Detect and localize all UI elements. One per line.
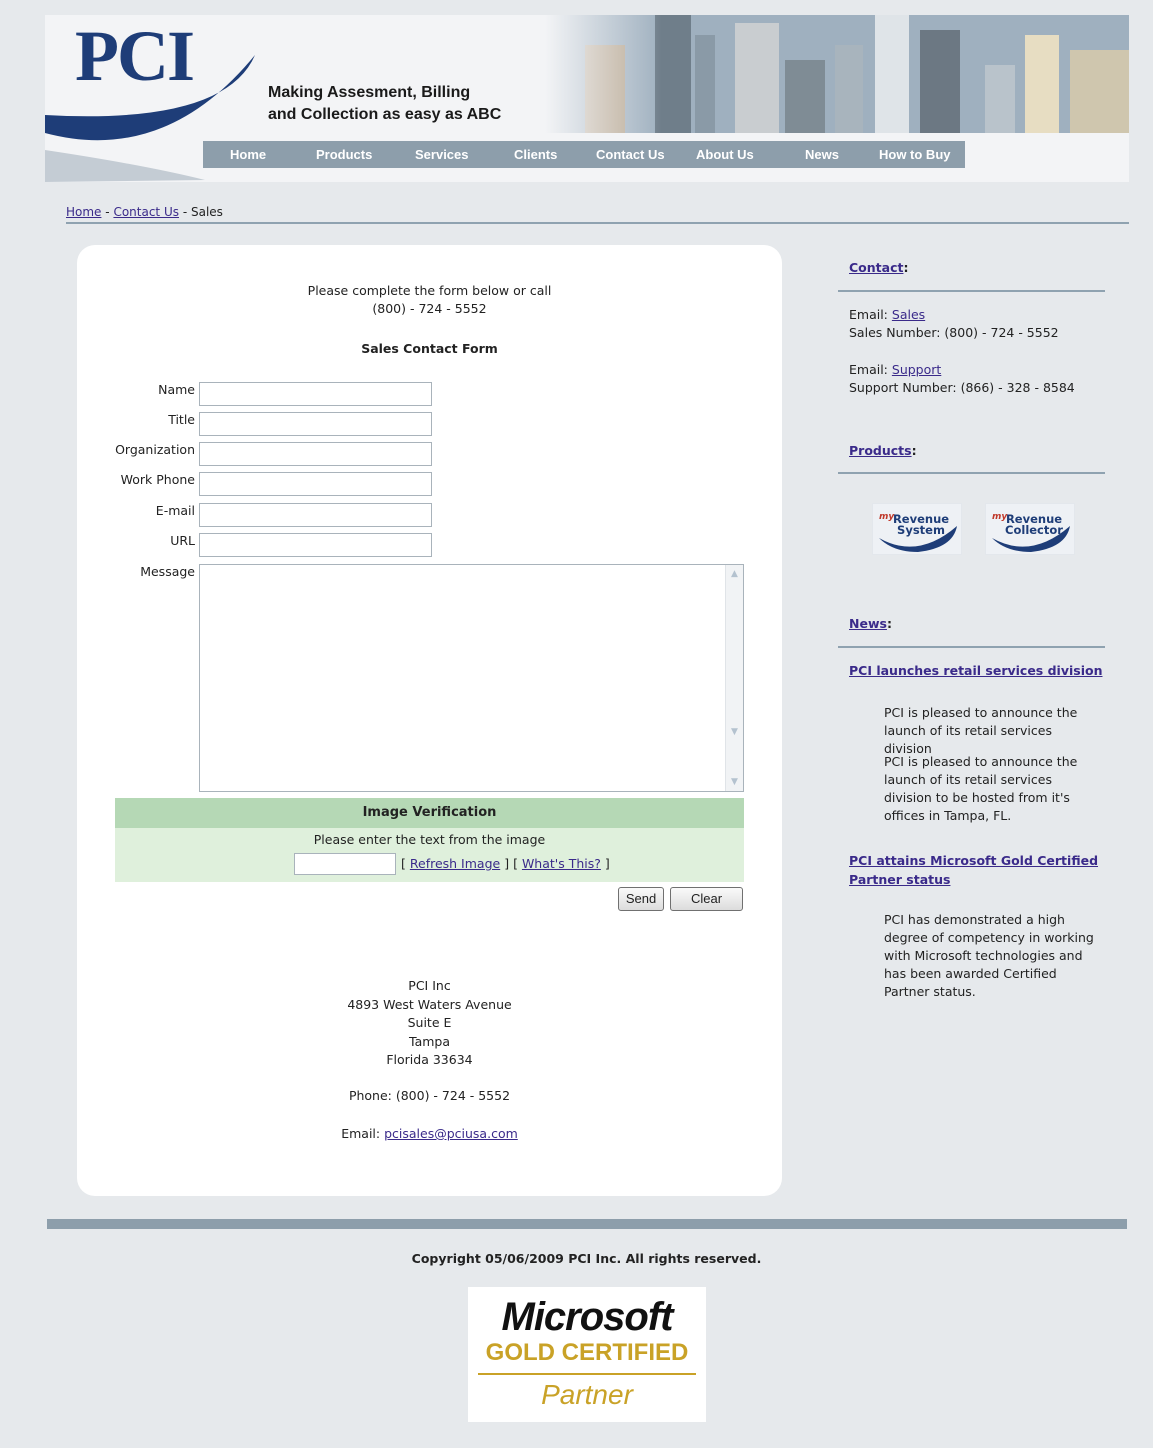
email-input[interactable] (199, 503, 432, 527)
breadcrumb-current: Sales (190, 205, 223, 219)
verification-links: [ Refresh Image ] [ What's This? ] (401, 856, 610, 871)
site-header: PCI Making Assesment, Billing and Collec… (45, 15, 1129, 182)
microsoft-gold-certified-badge: Microsoft GOLD CERTIFIED Partner (468, 1287, 706, 1422)
tagline: Making Assesment, Billing and Collection… (268, 84, 502, 123)
sidebar-news-heading: News: (849, 616, 892, 631)
nav-clients[interactable]: Clients (514, 147, 557, 162)
sales-contact: Email: Sales Sales Number: (800) - 724 -… (849, 307, 1059, 340)
support-contact: Email: Support Support Number: (866) - 3… (849, 362, 1075, 395)
url-label: URL (170, 533, 195, 548)
contact-heading-link[interactable]: Contact (849, 260, 903, 275)
image-verification-panel: Please enter the text from the image [ R… (115, 828, 744, 882)
breadcrumb-divider (66, 222, 1129, 224)
nav-home[interactable]: Home (230, 147, 266, 162)
pci-logo[interactable]: PCI (75, 15, 195, 98)
company-address: PCI Inc 4893 West Waters Avenue Suite E … (347, 978, 512, 1067)
breadcrumb-home[interactable]: Home (66, 205, 101, 219)
url-input[interactable] (199, 533, 432, 557)
form-title: Sales Contact Form (361, 341, 498, 356)
message-label: Message (140, 564, 195, 579)
copyright-text: Copyright 05/06/2009 PCI Inc. All rights… (411, 1251, 762, 1266)
captcha-input[interactable] (294, 853, 396, 875)
scroll-down-icon[interactable]: ▼ (728, 725, 741, 739)
sales-email-link[interactable]: Sales (892, 307, 925, 322)
news-item-title: PCI launches retail services division (849, 662, 1102, 680)
sidebar-products-heading: Products: (849, 443, 917, 458)
news-item-body: PCI is pleased to announce the launch of… (884, 754, 1078, 823)
main-nav: Home Products Services Clients Contact U… (203, 141, 965, 168)
footer-divider (47, 1219, 1127, 1229)
work-phone-input[interactable] (199, 472, 432, 496)
nav-products[interactable]: Products (316, 147, 372, 162)
message-textarea[interactable]: ▲ ▼ ▼ (199, 564, 744, 792)
my-revenue-system-logo[interactable]: my Revenue System (872, 503, 962, 555)
news-heading-link[interactable]: News (849, 616, 887, 631)
refresh-image-link[interactable]: Refresh Image (410, 856, 500, 871)
message-scrollbar[interactable]: ▲ ▼ ▼ (725, 565, 743, 791)
nav-news[interactable]: News (805, 147, 839, 162)
title-label: Title (168, 412, 195, 427)
verification-instruction: Please enter the text from the image (313, 832, 546, 847)
sidebar-contact-heading: Contact: (849, 260, 909, 275)
work-phone-label: Work Phone (120, 472, 195, 487)
divider (838, 290, 1105, 292)
support-email-link[interactable]: Support (892, 362, 941, 377)
image-verification-title: Image Verification (115, 798, 744, 828)
organization-label: Organization (115, 442, 195, 457)
news-item-title: PCI attains Microsoft Gold Certified Par… (849, 851, 1098, 889)
name-input[interactable] (199, 382, 432, 406)
nav-contact-us[interactable]: Contact Us (596, 147, 665, 162)
breadcrumb: Home - Contact Us - Sales (66, 205, 223, 219)
city-skyline-image (545, 15, 1129, 133)
news-link-retail-division[interactable]: PCI launches retail services division (849, 663, 1102, 678)
my-revenue-collector-logo[interactable]: my Revenue Collector (985, 503, 1075, 555)
email-label: E-mail (155, 503, 195, 518)
company-phone: Phone: (800) - 724 - 5552 (348, 1088, 511, 1103)
scroll-down-icon[interactable]: ▼ (728, 775, 741, 789)
form-intro: Please complete the form below or call (… (307, 283, 552, 316)
nav-how-to-buy[interactable]: How to Buy (879, 147, 951, 162)
nav-about-us[interactable]: About Us (696, 147, 754, 162)
news-item-summary: PCI is pleased to announce the launch of… (884, 705, 1078, 756)
whats-this-link[interactable]: What's This? (522, 856, 601, 871)
nav-services[interactable]: Services (415, 147, 469, 162)
divider (838, 646, 1105, 648)
products-heading-link[interactable]: Products (849, 443, 912, 458)
news-link-gold-certified[interactable]: PCI attains Microsoft Gold Certified Par… (849, 853, 1098, 887)
contact-form-panel: Please complete the form below or call (… (77, 245, 782, 1196)
title-input[interactable] (199, 412, 432, 436)
company-email: Email: pcisales@pciusa.com (341, 1126, 518, 1141)
divider (838, 472, 1105, 474)
breadcrumb-contact-us[interactable]: Contact Us (113, 205, 179, 219)
organization-input[interactable] (199, 442, 432, 466)
company-email-link[interactable]: pcisales@pciusa.com (384, 1126, 518, 1141)
send-button[interactable]: Send (618, 887, 664, 911)
clear-button[interactable]: Clear (670, 887, 743, 911)
name-label: Name (158, 382, 195, 397)
news-item-body: PCI has demonstrated a high degree of co… (884, 912, 1094, 999)
scroll-up-icon[interactable]: ▲ (728, 567, 741, 581)
